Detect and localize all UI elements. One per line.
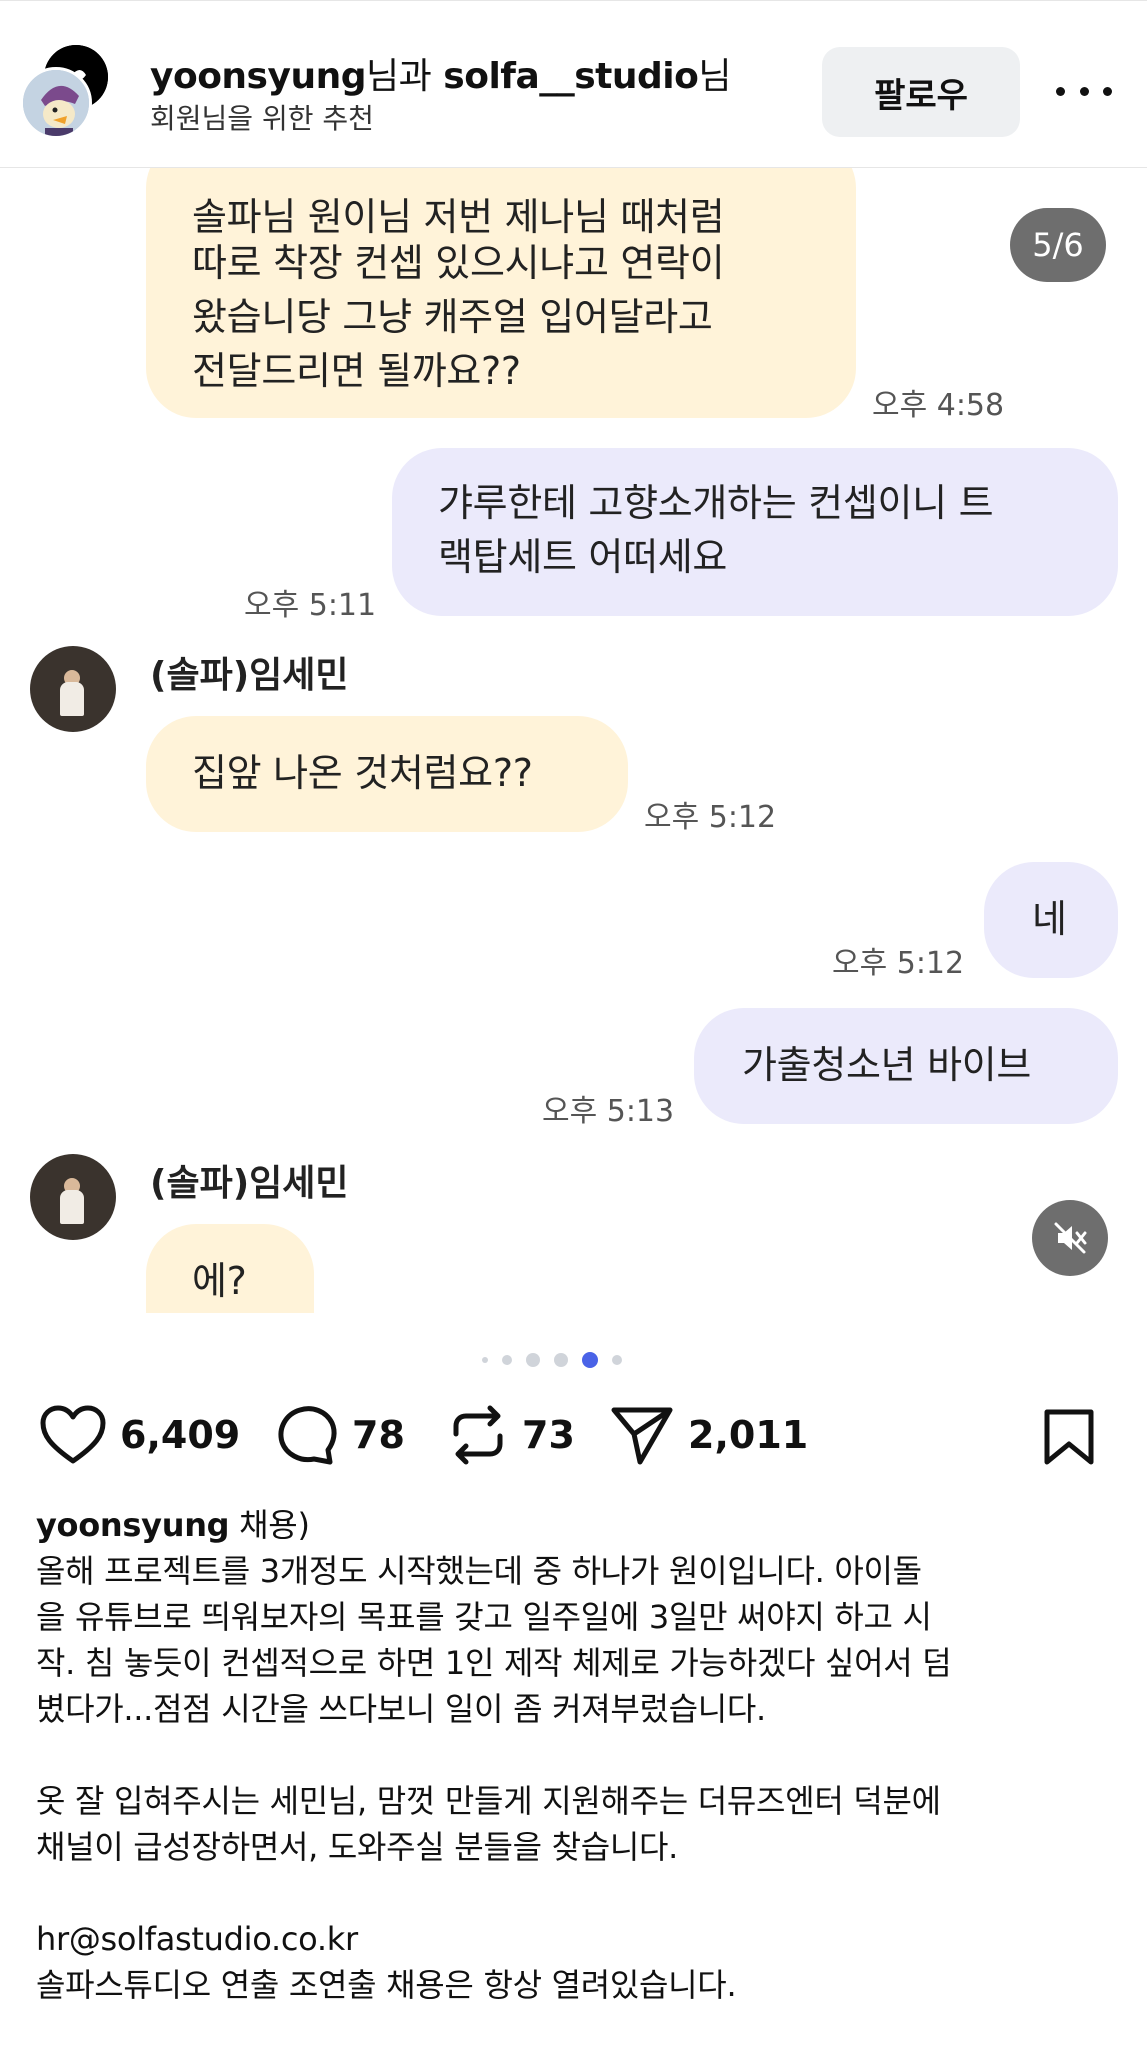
carousel-dot (526, 1353, 540, 1367)
message-time: 오후 5:12 (832, 946, 965, 981)
avatar-yoonsyung[interactable] (20, 67, 92, 139)
heart-icon (40, 1405, 106, 1464)
message-line: 따로 착장 컨셉 있으시냐고 연락이 (192, 241, 725, 285)
carousel-dot (502, 1355, 512, 1365)
recommendation-label: 회원님을 위한 추천 (150, 102, 374, 135)
title-connector: 님과 (365, 56, 432, 97)
post-header: yoonsyung님과 solfa__studio님 회원님을 위한 추천 팔로… (0, 0, 1147, 168)
share-count: 2,011 (688, 1413, 809, 1457)
carousel-dot (554, 1353, 568, 1367)
message-line: 가출청소년 바이브 (742, 1043, 1032, 1087)
message-line: 네 (1032, 897, 1067, 941)
repost-count: 73 (522, 1413, 575, 1457)
like-count: 6,409 (120, 1413, 241, 1457)
caption-line: 솔파스튜디오 연출 조연출 채용은 항상 열려있습니다. (36, 1966, 737, 2004)
repost-button[interactable]: 73 (448, 1400, 575, 1470)
mute-toggle-button[interactable] (1032, 1200, 1108, 1276)
caption-title: 채용) (229, 1506, 310, 1544)
share-button[interactable]: 2,011 (610, 1400, 808, 1470)
comment-count: 78 (352, 1413, 405, 1457)
bookmark-button[interactable] (1042, 1408, 1096, 1470)
caption-line: 옷 잘 입혀주시는 세민님, 맘껏 만들게 지원해주는 더뮤즈엔터 덕분에 (36, 1782, 941, 1820)
page-indicator: 5/6 (1010, 208, 1106, 282)
more-options-icon[interactable] (1056, 71, 1112, 111)
carousel-dot-active (582, 1352, 598, 1368)
message-bubble-sent: 가출청소년 바이브 (694, 1008, 1118, 1124)
username-solfa-studio[interactable]: solfa__studio (443, 56, 699, 97)
caption-email-link[interactable]: hr@solfastudio.co.kr (36, 1916, 1116, 1962)
sender-avatar[interactable] (30, 646, 116, 732)
carousel-image[interactable]: 솔파님 원이님 저번 제나님 때처럼 따로 착장 컨셉 있으시냐고 연락이 왔습… (0, 168, 1147, 1313)
carousel-dot (612, 1355, 622, 1365)
carousel-dot (482, 1357, 488, 1363)
caption-line: 채널이 급성장하면서, 도와주실 분들을 찾습니다. (36, 1828, 679, 1866)
message-bubble-sent: 네 (984, 862, 1118, 978)
follow-button[interactable]: 팔로우 (822, 47, 1020, 137)
caption-first-line: yoonsyung 채용) (36, 1502, 1116, 1548)
speaker-muted-icon (1054, 1222, 1087, 1254)
send-paper-plane-icon (611, 1407, 673, 1465)
collab-title[interactable]: yoonsyung님과 solfa__studio님 (150, 47, 731, 99)
title-suffix: 님 (698, 56, 731, 97)
post-actions: 6,409 78 73 2,011 (0, 1400, 1147, 1470)
message-time: 오후 5:11 (244, 588, 377, 623)
message-line: 왔습니당 그냥 캐주얼 입어달라고 (192, 295, 713, 339)
comment-button[interactable]: 78 (276, 1400, 405, 1470)
sender-avatar[interactable] (30, 1154, 116, 1240)
comment-bubble-icon (278, 1406, 337, 1465)
message-bubble-received: 에? (146, 1224, 314, 1313)
message-line: 랙탑세트 어떠세요 (438, 535, 728, 579)
message-line: 에? (192, 1259, 247, 1303)
sender-name: (솔파)임세민 (150, 655, 349, 696)
collab-avatars[interactable] (20, 45, 116, 141)
like-button[interactable]: 6,409 (40, 1400, 240, 1470)
bookmark-icon (1044, 1409, 1094, 1465)
message-line: 갸루한테 고향소개하는 컨셉이니 트 (438, 481, 994, 525)
caption-line: 올해 프로젝트를 3개정도 시작했는데 중 하나가 원이입니다. 아이돌 (36, 1552, 922, 1590)
caption-line: 작. 침 놓듯이 컨셉적으로 하면 1인 제작 체제로 가능하겠다 싶어서 덤 (36, 1644, 952, 1682)
message-bubble-received: 집앞 나온 것처럼요?? (146, 716, 628, 832)
username-yoonsyung[interactable]: yoonsyung (150, 56, 366, 97)
sender-name: (솔파)임세민 (150, 1163, 349, 1204)
message-line: 전달드리면 될까요?? (192, 349, 521, 393)
message-time: 오후 4:58 (872, 388, 1005, 423)
message-time: 오후 5:12 (644, 800, 777, 835)
caption-line: 볐다가...점점 시간을 쓰다보니 일이 좀 커져부렀습니다. (36, 1690, 766, 1728)
message-line: 솔파님 원이님 저번 제나님 때처럼 (192, 195, 725, 239)
message-bubble-sent: 갸루한테 고향소개하는 컨셉이니 트 랙탑세트 어떠세요 (392, 448, 1118, 616)
caption-line: 을 유튜브로 띄워보자의 목표를 갖고 일주일에 3일만 써야지 하고 시 (36, 1598, 932, 1636)
carousel-indicator (480, 1350, 640, 1370)
message-time: 오후 5:13 (542, 1094, 675, 1129)
post-caption: yoonsyung 채용) 올해 프로젝트를 3개정도 시작했는데 중 하나가 … (36, 1502, 1116, 2008)
caption-username[interactable]: yoonsyung (36, 1506, 230, 1544)
repost-icon (453, 1405, 503, 1465)
message-line: 집앞 나온 것처럼요?? (192, 751, 533, 795)
message-bubble-received: 솔파님 원이님 저번 제나님 때처럼 따로 착장 컨셉 있으시냐고 연락이 왔습… (146, 168, 856, 418)
